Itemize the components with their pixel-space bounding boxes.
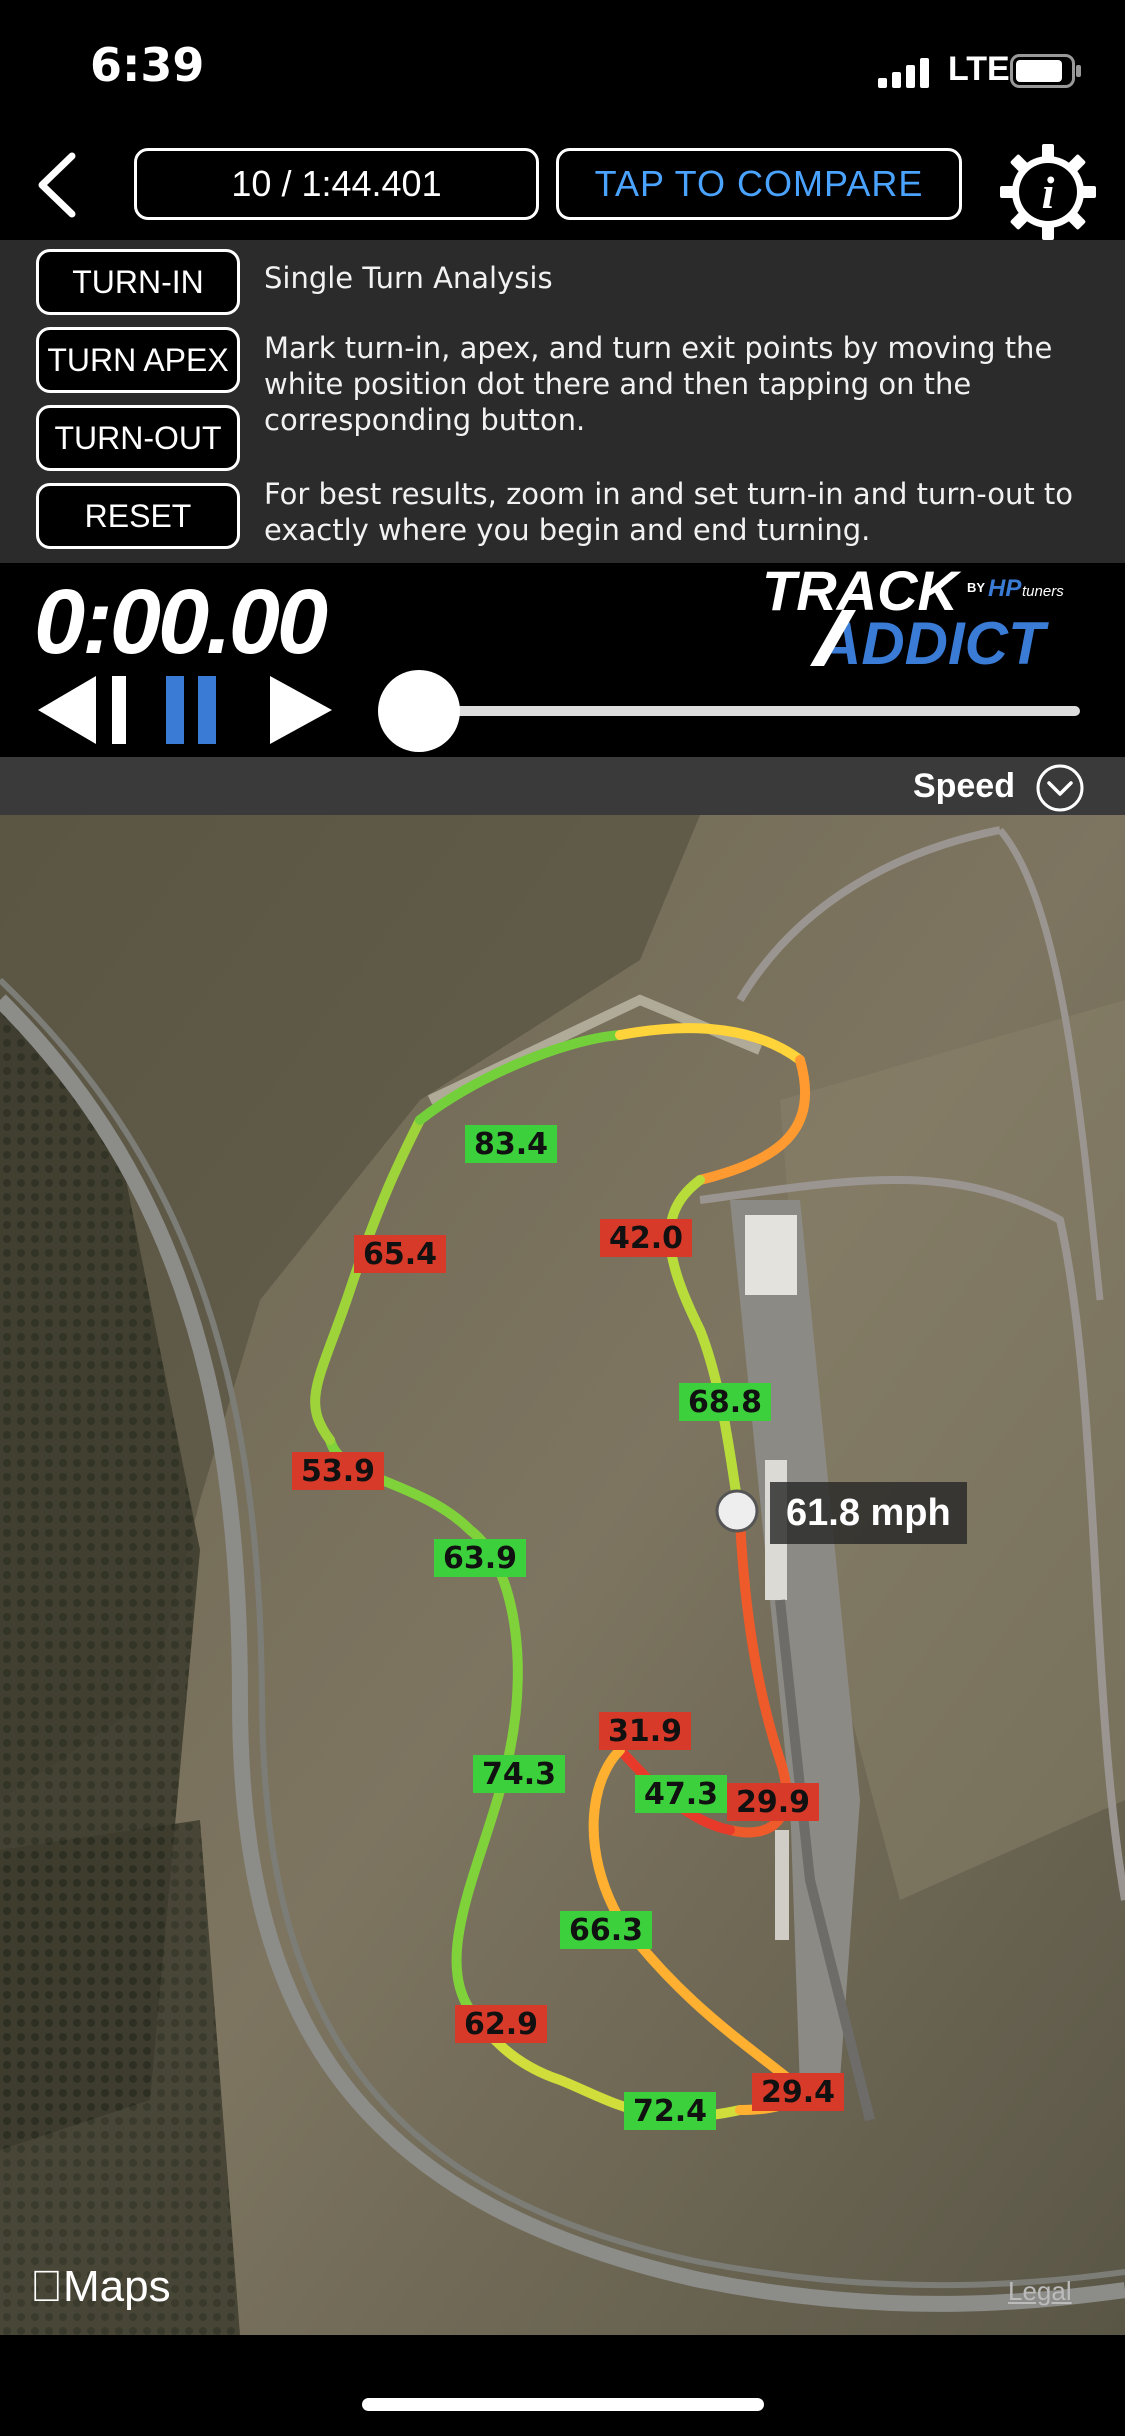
turn-apex-button[interactable]: TURN APEX (36, 327, 240, 393)
speed-tag: 72.4 (624, 2092, 717, 2130)
apple-logo-icon:  (30, 2262, 63, 2311)
svg-text:i: i (1042, 167, 1055, 218)
speed-tag: 42.0 (600, 1219, 693, 1257)
speed-tag: 29.9 (727, 1783, 820, 1821)
svg-text:HP: HP (988, 575, 1022, 602)
panel-title: Single Turn Analysis (264, 261, 553, 295)
panel-instructions: Mark turn-in, apex, and turn exit points… (264, 331, 1053, 437)
speed-tag: 47.3 (635, 1775, 728, 1813)
back-button[interactable] (34, 152, 78, 218)
step-back-icon (38, 676, 126, 744)
home-indicator[interactable] (362, 2398, 764, 2411)
speed-tag: 65.4 (354, 1235, 447, 1273)
speed-tag: 31.9 (599, 1712, 692, 1750)
position-speed-readout: 61.8 mph (770, 1482, 967, 1544)
speed-tag: 29.4 (752, 2073, 845, 2111)
battery-icon (1010, 54, 1081, 88)
svg-text:BY: BY (967, 580, 985, 595)
maps-label: Maps (30, 2262, 171, 2311)
scrubber-track[interactable] (420, 706, 1080, 716)
position-dot[interactable] (715, 1489, 759, 1533)
speed-tag: 74.3 (473, 1755, 566, 1793)
elapsed-timer: 0:00.00 (34, 571, 328, 673)
play-button[interactable] (266, 672, 336, 748)
turn-in-button[interactable]: TURN-IN (36, 249, 240, 315)
network-type: LTE (948, 50, 1010, 88)
chevron-down-circle-icon[interactable] (1034, 762, 1086, 814)
tap-to-compare-button[interactable]: TAP TO COMPARE (556, 148, 962, 220)
info-button[interactable]: i (998, 142, 1098, 242)
status-time: 6:39 (90, 38, 205, 92)
lap-selector-button[interactable]: 10 / 1:44.401 (134, 148, 539, 220)
pause-button[interactable] (164, 672, 220, 748)
speed-tag: 83.4 (465, 1125, 558, 1163)
signal-icon (878, 58, 929, 88)
trackaddict-logo: TRACK BY HP tuners ADDICT (760, 559, 1090, 677)
svg-text:tuners: tuners (1022, 583, 1064, 600)
speed-tag: 68.8 (679, 1383, 772, 1421)
data-selector-label[interactable]: Speed (913, 767, 1015, 806)
satellite-map[interactable]: 83.4 65.4 42.0 68.8 53.9 63.9 31.9 47.3 … (0, 815, 1125, 2335)
turn-out-button[interactable]: TURN-OUT (36, 405, 240, 471)
pause-icon (166, 676, 216, 744)
play-icon (270, 676, 332, 744)
speed-tag: 53.9 (292, 1452, 385, 1490)
chevron-left-icon (38, 152, 76, 218)
legal-link[interactable]: Legal (1008, 2276, 1072, 2307)
speed-tag: 63.9 (434, 1539, 527, 1577)
apple-maps-attribution: Maps (30, 2262, 171, 2312)
svg-text:ADDICT: ADDICT (816, 610, 1049, 672)
speed-tag: 62.9 (455, 2005, 548, 2043)
speed-tag: 66.3 (560, 1911, 653, 1949)
step-back-button[interactable] (34, 672, 134, 748)
reset-button[interactable]: RESET (36, 483, 240, 549)
scrubber-thumb[interactable] (378, 670, 460, 752)
panel-tip: For best results, zoom in and set turn-i… (264, 477, 1074, 547)
map-imagery (0, 815, 1125, 2335)
info-gear-icon: i (1000, 144, 1096, 240)
